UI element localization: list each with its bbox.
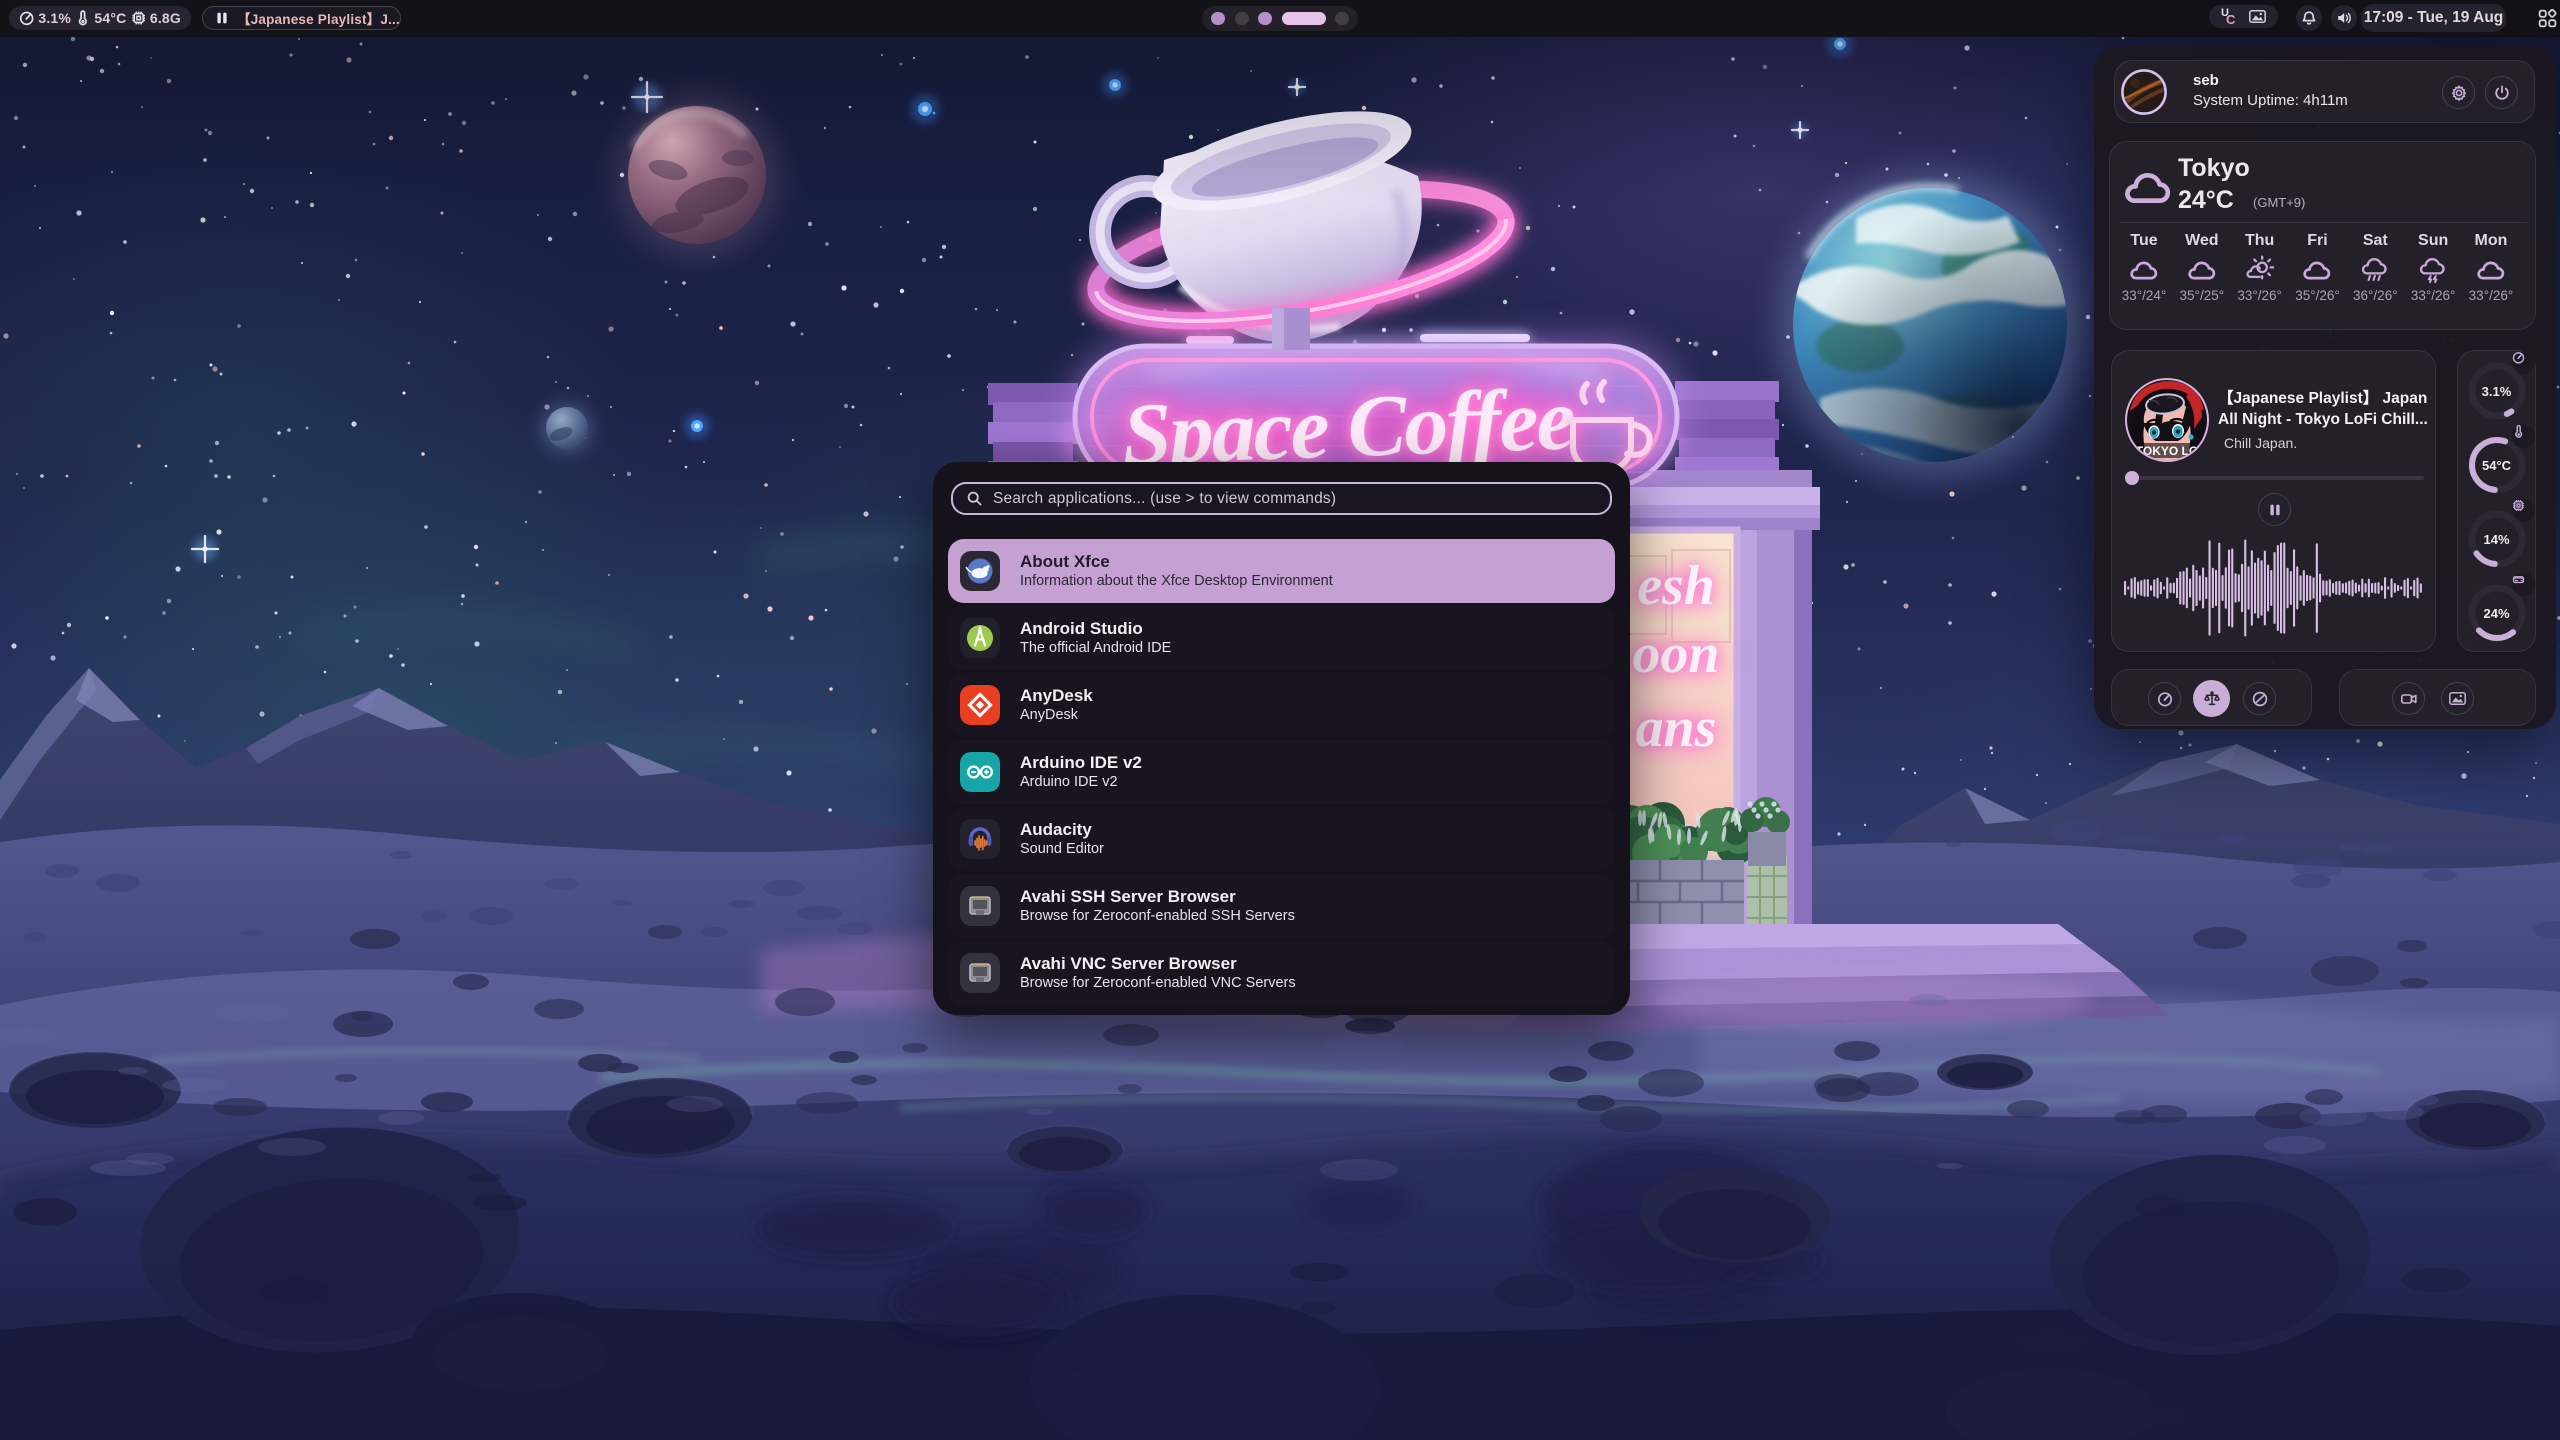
svg-text:esh: esh xyxy=(1637,555,1715,617)
svg-text:TOKYO LO: TOKYO LO xyxy=(2136,444,2198,458)
svg-text:oon: oon xyxy=(1632,623,1719,685)
svg-text:ans: ans xyxy=(1636,697,1717,759)
